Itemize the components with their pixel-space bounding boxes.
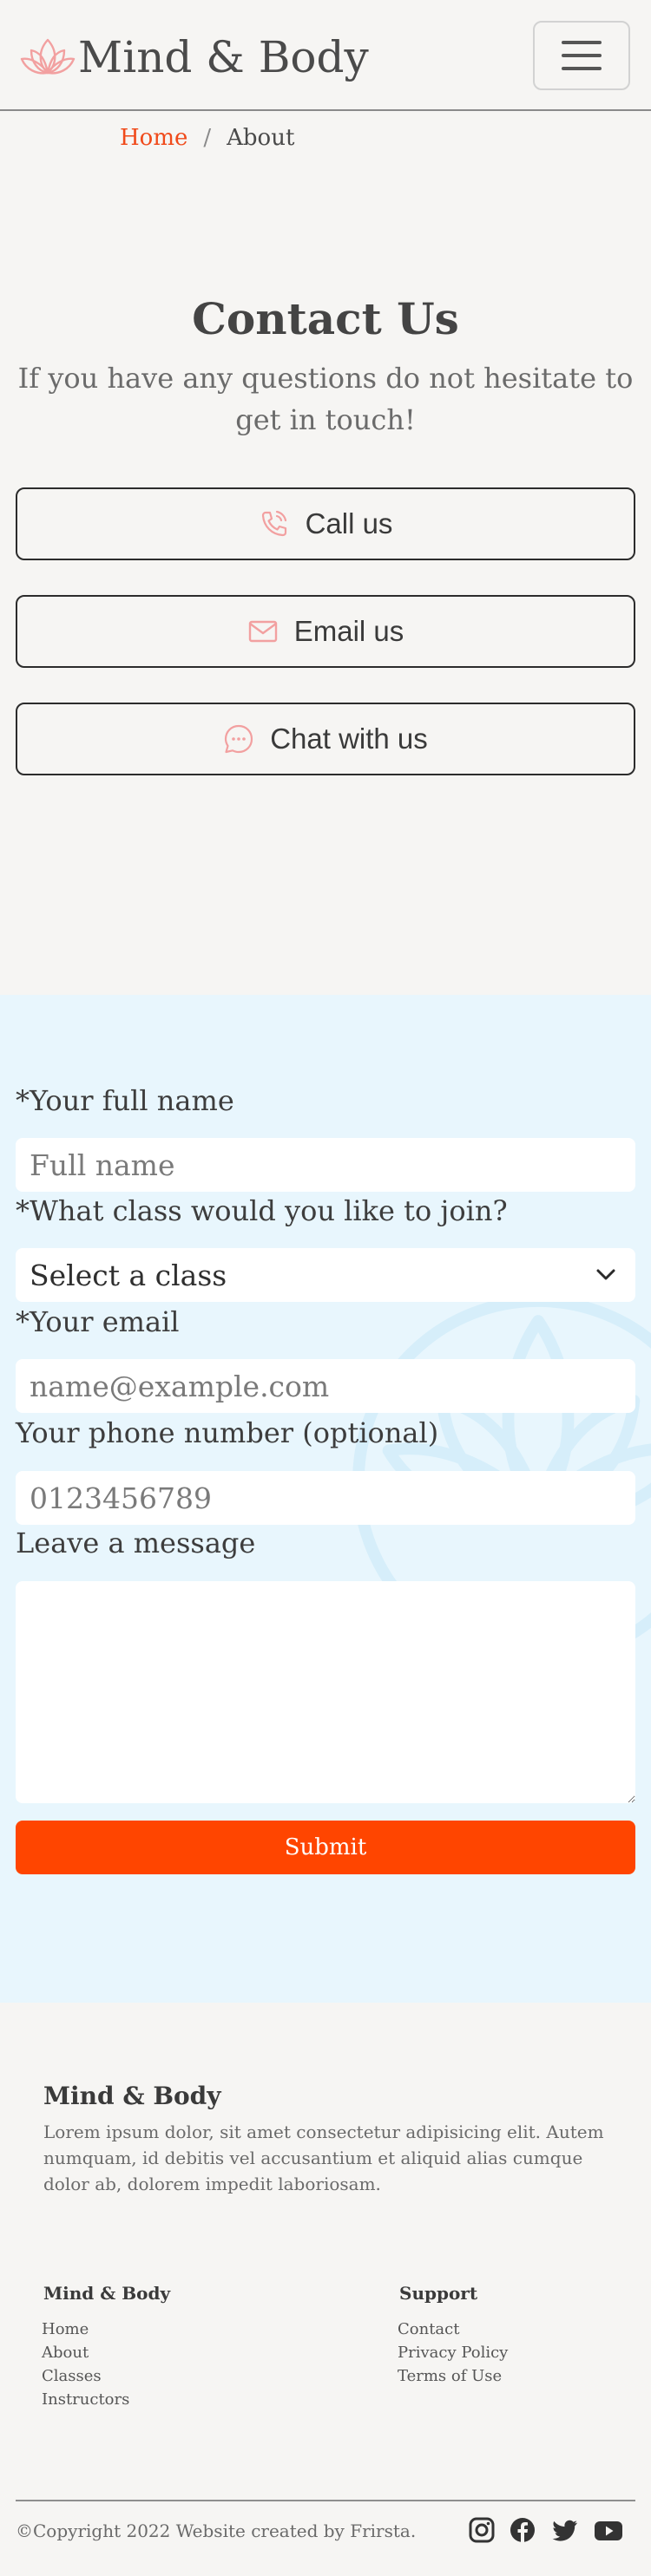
footer-description: Lorem ipsum dolor, sit amet consectetur … <box>43 2122 604 2194</box>
footer-link-privacy-text[interactable]: Privacy Policy <box>398 2344 508 2362</box>
instagram-icon[interactable] <box>467 2515 496 2545</box>
menu-bar <box>562 54 602 57</box>
class-select-value: Select a class <box>30 1258 227 1292</box>
chat-with-us-button[interactable]: Chat with us <box>16 703 635 775</box>
footer-link-instructors-text[interactable]: Instructors <box>42 2390 129 2409</box>
email-us-button[interactable]: Email us <box>16 595 635 668</box>
footer-link-privacy[interactable]: Privacy Policy <box>398 2341 508 2364</box>
navbar: Mind & Body <box>0 0 651 111</box>
contact-title: Contact Us <box>192 293 459 344</box>
footer-link-classes[interactable]: Classes <box>42 2364 129 2388</box>
phone-input[interactable] <box>16 1471 635 1525</box>
chat-with-us-label: Chat with us <box>270 722 428 755</box>
footer-link-instructors[interactable]: Instructors <box>42 2388 129 2411</box>
brand-name: Mind & Body <box>78 32 369 82</box>
breadcrumb-home-link[interactable]: Home <box>120 125 187 151</box>
phone-label: Your phone number (optional) <box>16 1416 439 1449</box>
submit-button[interactable]: Submit <box>16 1821 635 1874</box>
footer-link-terms[interactable]: Terms of Use <box>398 2364 508 2388</box>
phone-icon <box>261 510 286 537</box>
full-name-label: *Your full name <box>16 1084 234 1117</box>
email-input[interactable] <box>16 1359 635 1413</box>
footer-link-contact[interactable]: Contact <box>398 2318 508 2341</box>
contact-form-section: *Your full name *What class would you li… <box>0 995 651 2003</box>
footer-title: Mind & Body <box>43 2082 221 2110</box>
facebook-icon[interactable] <box>508 2515 537 2545</box>
envelope-icon <box>248 620 277 643</box>
footer-links-mindbody: Home About Classes Instructors <box>42 2318 129 2411</box>
class-select[interactable]: Select a class <box>16 1248 635 1302</box>
message-label: Leave a message <box>16 1527 256 1559</box>
breadcrumb-separator: / <box>203 125 212 151</box>
copyright-text: ©Copyright 2022 Website created by Frirs… <box>16 2520 417 2541</box>
footer-col-title-support: Support <box>399 2283 478 2304</box>
footer-link-terms-text[interactable]: Terms of Use <box>398 2367 502 2385</box>
brand-link[interactable]: Mind & Body <box>19 31 369 83</box>
footer-link-classes-text[interactable]: Classes <box>42 2367 102 2385</box>
chat-bubble-icon <box>225 724 253 754</box>
footer-link-about-text[interactable]: About <box>42 2344 89 2362</box>
menu-bar <box>562 67 602 70</box>
call-us-label: Call us <box>305 507 393 539</box>
twitter-icon[interactable] <box>550 2515 580 2545</box>
breadcrumb: Home / About <box>120 125 294 151</box>
breadcrumb-current: About <box>227 125 295 151</box>
footer-divider <box>16 2500 635 2501</box>
menu-bar <box>562 41 602 44</box>
youtube-icon[interactable] <box>594 2515 623 2545</box>
hamburger-menu-icon[interactable] <box>533 21 630 90</box>
footer-col-title-mindbody: Mind & Body <box>43 2283 171 2304</box>
message-textarea[interactable] <box>16 1581 635 1803</box>
footer-links-support: Contact Privacy Policy Terms of Use <box>398 2318 508 2388</box>
lotus-icon <box>20 38 76 75</box>
footer-link-about[interactable]: About <box>42 2341 129 2364</box>
email-us-label: Email us <box>293 615 404 647</box>
footer-link-contact-text[interactable]: Contact <box>398 2320 459 2338</box>
chevron-down-icon <box>596 1269 615 1280</box>
footer-link-home-text[interactable]: Home <box>42 2320 89 2338</box>
call-us-button[interactable]: Call us <box>16 487 635 560</box>
contact-subtitle: If you have any questions do not hesitat… <box>17 362 634 436</box>
class-label: *What class would you like to join? <box>16 1194 508 1227</box>
full-name-input[interactable] <box>16 1138 635 1192</box>
footer-link-home[interactable]: Home <box>42 2318 129 2341</box>
email-label: *Your email <box>16 1305 180 1338</box>
